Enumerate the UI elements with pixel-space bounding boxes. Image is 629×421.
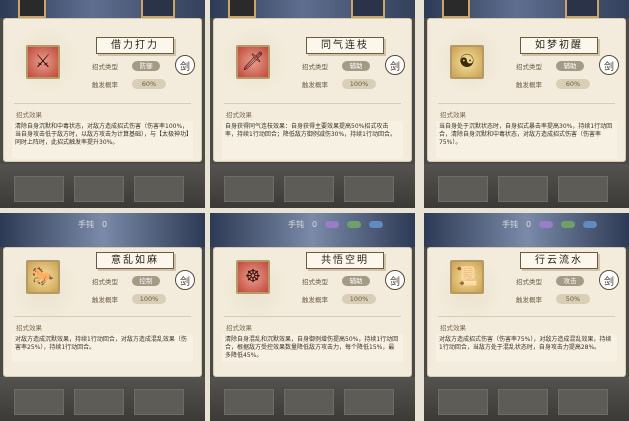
sword-icon: 🗡 [236, 45, 270, 79]
bottom-bar [210, 377, 415, 421]
beast-icon: 🐎 [26, 260, 60, 294]
skill-panel-4: 手钝 0 🐎 意乱如麻 招式类型 控制 触发概率 100% 剑 招式效果 对敌方造成沉… [0, 213, 205, 421]
trigger-rate-value: 100% [342, 294, 376, 304]
divider [224, 316, 401, 317]
stance-type-value: 攻击 [556, 276, 584, 286]
divider [438, 103, 615, 104]
stance-type-label: 招式类型 [302, 63, 328, 71]
sword-badge-icon[interactable]: 剑 [385, 270, 405, 290]
skill-title: 如梦初醒 [520, 37, 598, 54]
counter-value: 0 [312, 220, 318, 229]
trigger-rate-label: 触发概率 [302, 81, 328, 89]
bottom-bar [424, 377, 629, 421]
skill-description: 对敌方造成沉默效果，持续1行动回合，对敌方造成混乱效果（伤害率25%），持续1行… [12, 334, 193, 362]
stance-type-value: 辅助 [556, 61, 584, 71]
meditating-figure-icon: ☯ [450, 45, 484, 79]
skill-card: ☯ 如梦初醒 招式类型 辅助 触发概率 60% 剑 招式效果 当自身处于沉默状态时，… [427, 18, 626, 162]
skill-card: 🐎 意乱如麻 招式类型 控制 触发概率 100% 剑 招式效果 对敌方造成沉默效果，… [3, 247, 202, 377]
skill-title: 同气连枝 [306, 37, 384, 54]
stance-type-value: 防御 [132, 61, 160, 71]
effect-label: 招式效果 [16, 324, 42, 332]
skill-description: 自身获得同气连枝效果：自身获得主要效果提高50%招式攻击率，持续1行动回合；降低… [222, 121, 403, 159]
counter-label: 手钝 [502, 220, 518, 229]
counter-label: 手钝 [288, 220, 304, 229]
effect-label: 招式效果 [226, 111, 252, 119]
effect-label: 招式效果 [16, 111, 42, 119]
skill-description: 当自身处于沉默状态时，自身招式暴击率提高30%，持续1行动回合，清除自身沉默和中… [436, 121, 617, 159]
character-art-strip [0, 0, 205, 18]
sword-badge-icon[interactable]: 剑 [599, 270, 619, 290]
character-art-strip: 手钝 0 [210, 213, 415, 247]
warrior-figure-icon: ⚔ [26, 45, 60, 79]
skill-panel-3: ☯ 如梦初醒 招式类型 辅助 触发概率 60% 剑 招式效果 当自身处于沉默状态时，… [424, 0, 629, 208]
skill-title: 意乱如麻 [96, 252, 174, 269]
character-art-strip [210, 0, 415, 18]
stance-type-value: 控制 [132, 276, 160, 286]
skill-panel-5: 手钝 0 ☸ 共悟空明 招式类型 辅助 触发概率 100% 剑 招式效果 清除自身混乱… [210, 213, 415, 421]
counter-value: 0 [526, 220, 532, 229]
bottom-bar [0, 164, 205, 208]
bottom-bar [210, 164, 415, 208]
sword-badge-icon[interactable]: 剑 [385, 55, 405, 75]
trigger-rate-label: 触发概率 [92, 296, 118, 304]
stance-type-label: 招式类型 [92, 278, 118, 286]
counter-value: 0 [102, 220, 108, 229]
effect-label: 招式效果 [440, 324, 466, 332]
sword-badge-icon[interactable]: 剑 [599, 55, 619, 75]
character-art-strip: 手钝 0 [0, 213, 205, 247]
effect-label: 招式效果 [226, 324, 252, 332]
skill-panel-6: 手钝 0 📜 行云流水 招式类型 攻击 触发概率 50% 剑 招式效果 对敌方造成招式… [424, 213, 629, 421]
skill-title: 共悟空明 [306, 252, 384, 269]
skill-card: ⚔ 借力打力 招式类型 防御 触发概率 60% 剑 招式效果 清除自身沉默和中毒状态… [3, 18, 202, 162]
trigger-rate-label: 触发概率 [516, 81, 542, 89]
stance-type-value: 辅助 [342, 276, 370, 286]
skill-panel-1: ⚔ 借力打力 招式类型 防御 触发概率 60% 剑 招式效果 清除自身沉默和中毒状态… [0, 0, 205, 208]
trigger-rate-label: 触发概率 [302, 296, 328, 304]
counter-label: 手钝 [78, 220, 94, 229]
trigger-rate-value: 100% [342, 79, 376, 89]
trigger-rate-label: 触发概率 [516, 296, 542, 304]
skill-card: ☸ 共悟空明 招式类型 辅助 触发概率 100% 剑 招式效果 清除自身混乱和沉默效… [213, 247, 412, 377]
stance-type-label: 招式类型 [92, 63, 118, 71]
divider [224, 103, 401, 104]
effect-label: 招式效果 [440, 111, 466, 119]
bottom-bar [424, 164, 629, 208]
skill-description: 清除自身沉默和中毒状态，对敌方造成招式伤害（伤害率100%，当自身攻击低于敌方时… [12, 121, 193, 159]
scroll-icon: 📜 [450, 260, 484, 294]
stance-type-label: 招式类型 [516, 63, 542, 71]
divider [438, 316, 615, 317]
skill-card: 📜 行云流水 招式类型 攻击 触发概率 50% 剑 招式效果 对敌方造成招式伤害（伤… [427, 247, 626, 377]
trigger-rate-value: 50% [556, 294, 590, 304]
trigger-rate-value: 100% [132, 294, 166, 304]
sword-badge-icon[interactable]: 剑 [175, 55, 195, 75]
trigger-rate-label: 触发概率 [92, 81, 118, 89]
skill-description: 清除自身混乱和沉默效果，自身御例增伤提高50%，持续1行动回合，根据敌方受控效果… [222, 334, 403, 362]
stance-type-label: 招式类型 [516, 278, 542, 286]
divider [14, 316, 191, 317]
monk-figure-icon: ☸ [236, 260, 270, 294]
sword-badge-icon[interactable]: 剑 [175, 270, 195, 290]
skill-description: 对敌方造成招式伤害（伤害率75%），对敌方造成混乱效果，持续1行动回合，当敌方处… [436, 334, 617, 362]
trigger-rate-value: 60% [556, 79, 590, 89]
divider [14, 103, 191, 104]
skill-title: 借力打力 [96, 37, 174, 54]
skill-card: 🗡 同气连枝 招式类型 辅助 触发概率 100% 剑 招式效果 自身获得同气连枝效果… [213, 18, 412, 162]
trigger-rate-value: 60% [132, 79, 166, 89]
bottom-bar [0, 377, 205, 421]
skill-panel-2: 🗡 同气连枝 招式类型 辅助 触发概率 100% 剑 招式效果 自身获得同气连枝效果… [210, 0, 415, 208]
skill-title: 行云流水 [520, 252, 598, 269]
character-art-strip: 手钝 0 [424, 213, 629, 247]
stance-type-value: 辅助 [342, 61, 370, 71]
character-art-strip [424, 0, 629, 18]
stance-type-label: 招式类型 [302, 278, 328, 286]
